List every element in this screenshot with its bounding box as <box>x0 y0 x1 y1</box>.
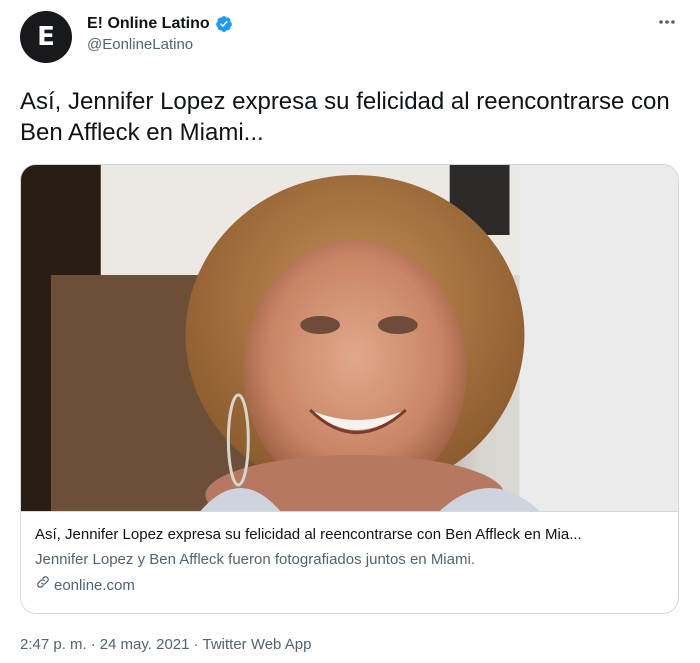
card-description: Jennifer Lopez y Ben Affleck fueron foto… <box>35 551 475 568</box>
separator: · <box>90 636 96 653</box>
tweet-text: Así, Jennifer Lopez expresa su felicidad… <box>20 88 670 146</box>
link-icon <box>35 574 51 596</box>
verified-badge-icon <box>215 15 233 33</box>
link-card[interactable]: Así, Jennifer Lopez expresa su felicidad… <box>20 164 679 614</box>
author-handle[interactable]: @EonlineLatino <box>87 36 233 53</box>
card-domain-row: eonline.com <box>35 574 664 596</box>
display-name[interactable]: E! Online Latino <box>87 15 210 33</box>
tweet-header: E E! Online Latino @EonlineLatino <box>20 11 680 63</box>
avatar-letter: E <box>37 22 55 52</box>
more-options-icon[interactable] <box>656 11 678 33</box>
card-meta[interactable]: Así, Jennifer Lopez expresa su felicidad… <box>21 511 678 613</box>
name-row: E! Online Latino <box>87 15 233 33</box>
avatar[interactable]: E <box>20 11 72 63</box>
tweet-time[interactable]: 2:47 p. m. <box>20 636 87 653</box>
card-domain: eonline.com <box>54 576 135 594</box>
card-image[interactable] <box>21 165 678 535</box>
card-title: Así, Jennifer Lopez expresa su felicidad… <box>35 526 582 543</box>
tweet-date[interactable]: 24 may. 2021 <box>100 636 190 653</box>
tweet-source[interactable]: Twitter Web App <box>202 636 311 653</box>
author-info: E! Online Latino @EonlineLatino <box>87 15 233 53</box>
tweet-timestamp: 2:47 p. m. · 24 may. 2021 · Twitter Web … <box>20 636 311 653</box>
separator: · <box>193 636 199 653</box>
